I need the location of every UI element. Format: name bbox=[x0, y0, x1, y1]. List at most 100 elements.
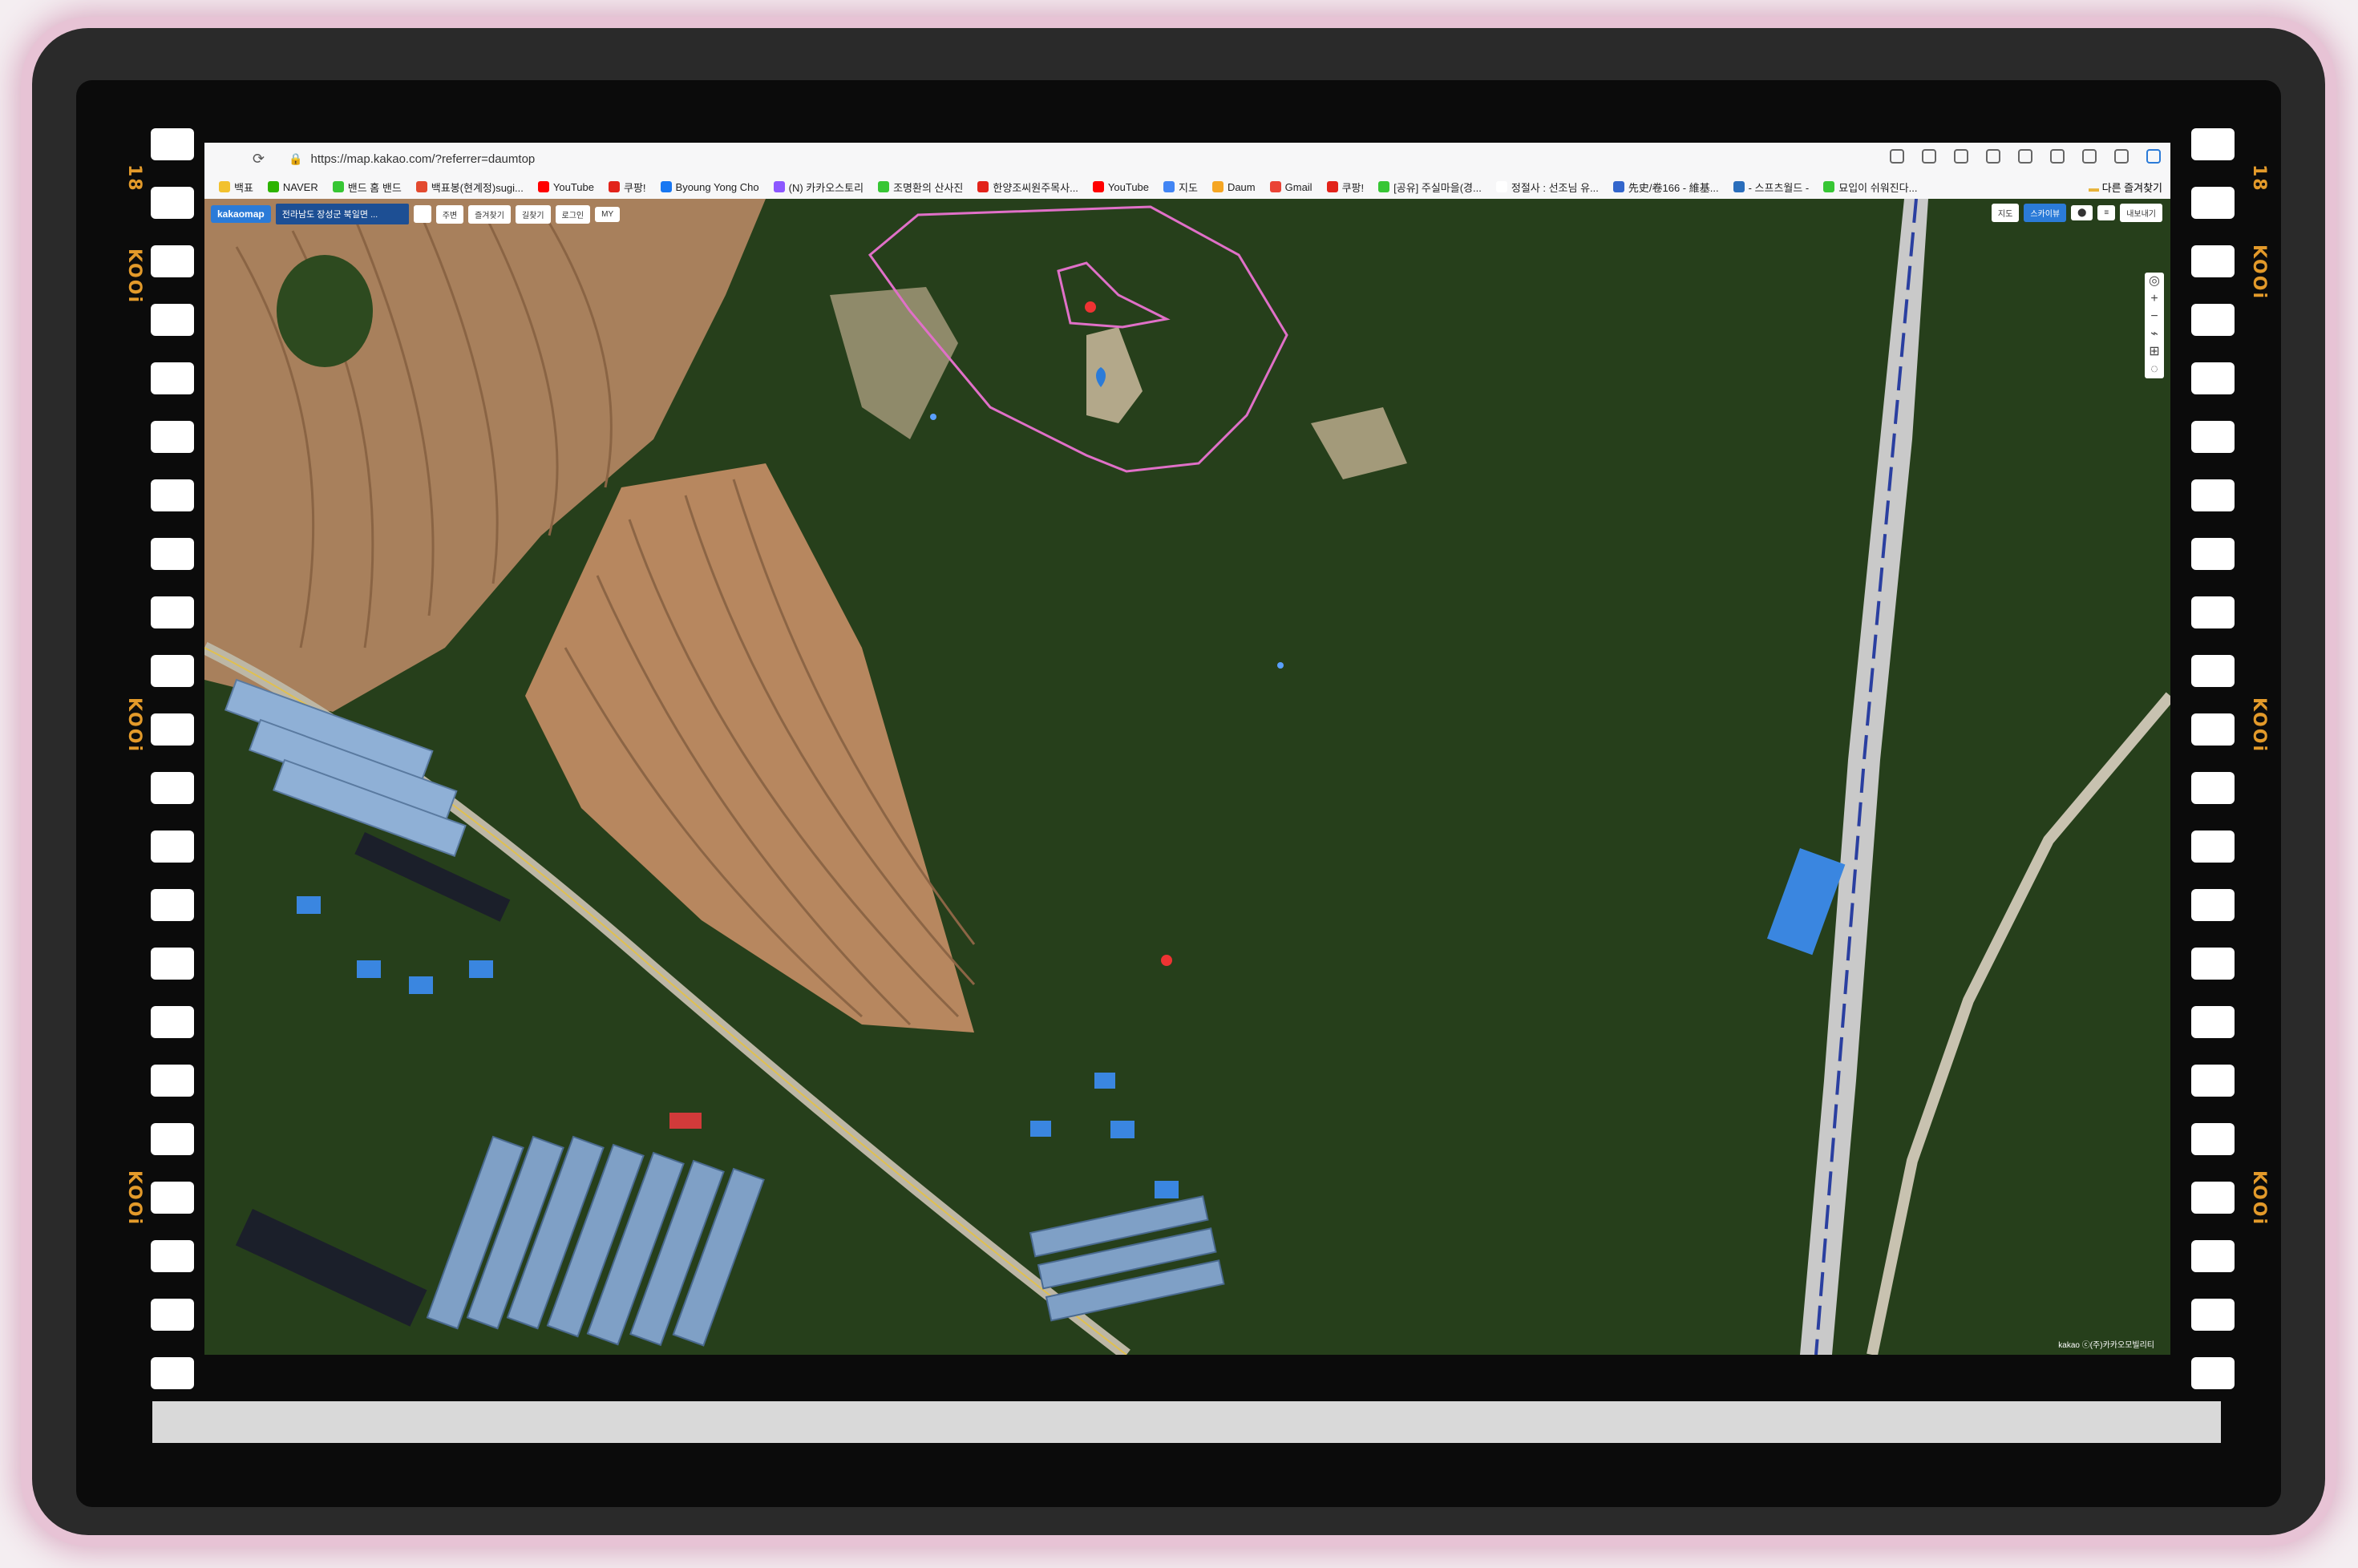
bookmark-icon bbox=[660, 181, 672, 192]
bookmark-item[interactable]: 쿠팡! bbox=[1326, 180, 1364, 195]
film-perforation bbox=[2191, 948, 2235, 980]
film-perforation bbox=[2191, 187, 2235, 219]
distance-icon[interactable]: ⌁ bbox=[2150, 325, 2158, 343]
bookmark-item[interactable]: Daum bbox=[1211, 180, 1256, 193]
nearby-button[interactable]: 주변 bbox=[435, 204, 464, 224]
film-perforation bbox=[151, 1006, 194, 1038]
bookmark-item[interactable]: YouTube bbox=[537, 181, 594, 193]
film-perforation bbox=[2191, 538, 2235, 570]
bookmark-icon bbox=[415, 181, 427, 192]
film-perforation bbox=[151, 245, 194, 277]
search-input[interactable]: 전라남도 장성군 북일면 ... bbox=[275, 204, 409, 224]
bookmark-icon bbox=[1823, 181, 1835, 192]
bookmark-item[interactable]: Byoung Yong Cho bbox=[660, 181, 759, 193]
bookmark-item[interactable]: 先史/卷166 - 維基... bbox=[1612, 180, 1719, 195]
bookmark-icon bbox=[1326, 181, 1338, 192]
bookmark-item[interactable]: 조명환의 산사진 bbox=[878, 180, 963, 195]
zoom-icon[interactable] bbox=[1890, 149, 1904, 164]
directions-button[interactable]: 길찾기 bbox=[515, 204, 551, 224]
bookmark-label: 한양조씨원주목사... bbox=[993, 181, 1078, 194]
bookmark-item[interactable]: NAVER bbox=[267, 180, 318, 193]
satellite-map[interactable]: kakaomap 전라남도 장성군 북일면 ... 주변 즐겨찾기 길찾기 로그… bbox=[204, 199, 2170, 1355]
film-perforation bbox=[151, 655, 194, 687]
area-icon[interactable]: ⊞ bbox=[2149, 343, 2159, 361]
bookmark-icon bbox=[1495, 181, 1507, 192]
other-bookmarks[interactable]: ▬ 다른 즐겨찾기 bbox=[2084, 180, 2162, 195]
bookmark-label: (N) 카카오스토리 bbox=[788, 181, 864, 194]
favorite-star-icon[interactable] bbox=[1954, 149, 1968, 164]
film-perforation bbox=[151, 1182, 194, 1214]
film-perforation bbox=[151, 1123, 194, 1155]
extensions-icon[interactable] bbox=[1986, 149, 2000, 164]
bookmark-label: 묘입이 쉬워진다... bbox=[1838, 181, 1918, 194]
bookmark-icon bbox=[878, 181, 890, 192]
bookmark-label: [공유] 주실마을(경... bbox=[1393, 181, 1482, 194]
bookmark-icon bbox=[1733, 181, 1745, 192]
film-perforation bbox=[2191, 128, 2235, 160]
bookmark-label: NAVER bbox=[282, 180, 318, 193]
satellite-imagery bbox=[204, 199, 2170, 1355]
film-perforation bbox=[2191, 772, 2235, 804]
favorites-button[interactable]: 즐겨찾기 bbox=[468, 204, 511, 224]
film-edge-mark-left-3: KOOi bbox=[124, 1170, 144, 1227]
bookmark-icon bbox=[332, 181, 344, 192]
bookmark-item[interactable]: 쿠팡! bbox=[608, 180, 646, 195]
map-type-map[interactable]: 지도 bbox=[1991, 204, 2020, 222]
bookmark-item[interactable]: 밴드 홈 밴드 bbox=[332, 180, 402, 195]
zoom-in-button[interactable]: + bbox=[2150, 290, 2158, 308]
kakaomap-logo[interactable]: kakaomap bbox=[211, 205, 271, 223]
film-perforation bbox=[2191, 1357, 2235, 1389]
settings-menu-icon[interactable] bbox=[2114, 149, 2129, 164]
film-perforation bbox=[2191, 1123, 2235, 1155]
film-edge-mark-left-2: KOOi bbox=[124, 697, 144, 754]
collections-icon[interactable] bbox=[2082, 149, 2097, 164]
login-button[interactable]: 로그인 bbox=[555, 204, 591, 224]
bookmark-label: 쿠팡! bbox=[623, 181, 646, 194]
film-perforation bbox=[151, 1240, 194, 1272]
bookmark-icon bbox=[977, 181, 989, 192]
my-button[interactable]: MY bbox=[595, 206, 621, 222]
bookmark-item[interactable]: [공유] 주실마을(경... bbox=[1378, 180, 1482, 195]
bookmark-label: 백표봉(현계정)sugi... bbox=[431, 181, 524, 194]
export-button[interactable]: 내보내기 bbox=[2120, 204, 2162, 222]
film-edge-mark-right-1: KOOi bbox=[2249, 244, 2269, 301]
reload-icon[interactable]: ⟳ bbox=[253, 151, 265, 168]
bookmark-item[interactable]: 묘입이 쉬워진다... bbox=[1823, 180, 1917, 195]
roadview-icon[interactable]: ⬤ bbox=[2071, 205, 2093, 220]
film-edge-mark-left-1: KOOi bbox=[124, 249, 144, 305]
film-perforation bbox=[2191, 830, 2235, 863]
bookmark-item[interactable]: 백표봉(현계정)sugi... bbox=[415, 180, 524, 195]
favorites-icon[interactable] bbox=[2050, 149, 2065, 164]
bookmark-icon bbox=[1211, 181, 1223, 192]
split-screen-icon[interactable] bbox=[2018, 149, 2032, 164]
location-pin-icon[interactable] bbox=[413, 205, 431, 223]
bookmark-item[interactable]: Gmail bbox=[1269, 180, 1312, 193]
bookmark-item[interactable]: - 스프츠월드 - bbox=[1733, 180, 1809, 195]
radius-icon[interactable]: ◌ bbox=[2150, 361, 2158, 378]
poi-marker[interactable] bbox=[1277, 662, 1284, 669]
layers-icon[interactable]: ≡ bbox=[2097, 205, 2116, 220]
bookmark-item[interactable]: 백표 bbox=[219, 180, 253, 195]
bookmark-item[interactable]: 지도 bbox=[1163, 180, 1198, 195]
film-perforation bbox=[2191, 421, 2235, 453]
zoom-out-button[interactable]: − bbox=[2150, 308, 2158, 325]
read-aloud-icon[interactable] bbox=[1922, 149, 1936, 164]
compass-icon[interactable]: ◎ bbox=[2149, 273, 2160, 290]
poi-marker[interactable] bbox=[930, 414, 936, 420]
film-perforation bbox=[2191, 1182, 2235, 1214]
copilot-icon[interactable] bbox=[2146, 149, 2161, 164]
bookmark-label: Gmail bbox=[1284, 180, 1312, 193]
bookmark-label: Daum bbox=[1227, 180, 1256, 193]
film-perforation bbox=[151, 304, 194, 336]
bookmark-item[interactable]: YouTube bbox=[1092, 181, 1149, 193]
address-bar: ⟳ 🔒 https://map.kakao.com/?referrer=daum… bbox=[204, 143, 2170, 175]
film-perforation bbox=[151, 948, 194, 980]
url-field[interactable]: https://map.kakao.com/?referrer=daumtop bbox=[311, 152, 536, 166]
map-type-skyview[interactable]: 스카이뷰 bbox=[2024, 204, 2067, 222]
bookmark-item[interactable]: 한양조씨원주목사... bbox=[977, 180, 1078, 195]
browser-toolbar-icons bbox=[1890, 149, 2161, 164]
bookmark-item[interactable]: 정절사 : 선조님 유... bbox=[1495, 180, 1599, 195]
bookmark-icon bbox=[1269, 181, 1281, 192]
bookmark-item[interactable]: (N) 카카오스토리 bbox=[773, 180, 864, 195]
zoom-controls: ◎ + − ⌁ ⊞ ◌ bbox=[2145, 273, 2164, 378]
